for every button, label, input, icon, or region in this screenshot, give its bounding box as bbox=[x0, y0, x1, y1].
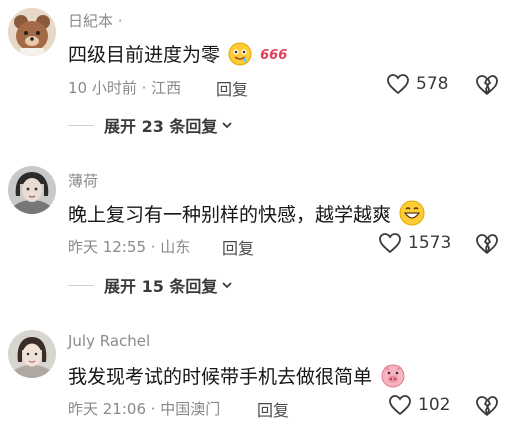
chevron-down-icon bbox=[222, 282, 233, 289]
divider-line bbox=[68, 124, 94, 126]
reply-button[interactable]: 回复 bbox=[257, 397, 289, 421]
heart-icon bbox=[379, 233, 401, 254]
expand-replies-label: 展开 23 条回复 bbox=[104, 117, 218, 136]
comment-text-row: 晚上复习有一种别样的快感，越学越爽 bbox=[68, 200, 425, 227]
username[interactable]: 薄荷 bbox=[68, 170, 98, 191]
666-sticker: 666 bbox=[260, 48, 288, 63]
dislike-button[interactable] bbox=[475, 395, 499, 421]
like-count: 578 bbox=[416, 74, 449, 94]
time-location: 昨天 21:06 · 中国澳门 bbox=[68, 400, 221, 418]
username-suffix: · bbox=[117, 12, 123, 30]
like-button[interactable]: 102 bbox=[388, 394, 450, 416]
chevron-down-icon bbox=[222, 122, 233, 129]
dislike-button[interactable] bbox=[475, 233, 499, 259]
like-button[interactable]: 578 bbox=[386, 73, 448, 95]
reply-button[interactable]: 回复 bbox=[216, 76, 248, 100]
broken-heart-icon bbox=[476, 234, 498, 254]
drooling-face-emoji bbox=[228, 42, 252, 66]
dislike-button[interactable] bbox=[475, 74, 499, 100]
bear-avatar-icon bbox=[8, 8, 56, 56]
comment-text: 晚上复习有一种别样的快感，越学越爽 bbox=[68, 204, 392, 226]
divider-line bbox=[68, 284, 94, 286]
portrait-avatar-icon bbox=[8, 330, 56, 378]
expand-replies[interactable]: 展开 15 条回复 bbox=[68, 273, 233, 297]
username[interactable]: 日紀本 · bbox=[68, 10, 123, 31]
heart-icon bbox=[389, 395, 411, 416]
pig-face-emoji bbox=[381, 364, 405, 388]
reply-button[interactable]: 回复 bbox=[222, 235, 254, 259]
avatar[interactable] bbox=[8, 8, 56, 56]
like-button[interactable]: 1573 bbox=[378, 232, 451, 254]
comment-text: 四级目前进度为零 bbox=[68, 44, 221, 66]
portrait-avatar-icon bbox=[8, 166, 56, 214]
comment-text-row: 我发现考试的时候带手机去做很简单 bbox=[68, 362, 406, 389]
broken-heart-icon bbox=[476, 396, 498, 416]
expand-replies[interactable]: 展开 23 条回复 bbox=[68, 113, 233, 137]
comment-text: 我发现考试的时候带手机去做很简单 bbox=[68, 366, 373, 388]
expand-replies-label: 展开 15 条回复 bbox=[104, 277, 218, 296]
like-count: 1573 bbox=[408, 233, 452, 253]
grinning-face-emoji bbox=[399, 200, 425, 226]
avatar[interactable] bbox=[8, 166, 56, 214]
broken-heart-icon bbox=[476, 75, 498, 95]
time-location: 昨天 12:55 · 山东 bbox=[68, 238, 191, 256]
comment-text-row: 四级目前进度为零 666 bbox=[68, 40, 287, 67]
heart-icon bbox=[387, 74, 409, 95]
like-count: 102 bbox=[418, 395, 451, 415]
avatar[interactable] bbox=[8, 330, 56, 378]
username[interactable]: July Rachel bbox=[68, 332, 150, 350]
time-location: 10 小时前 · 江西 bbox=[68, 79, 182, 97]
